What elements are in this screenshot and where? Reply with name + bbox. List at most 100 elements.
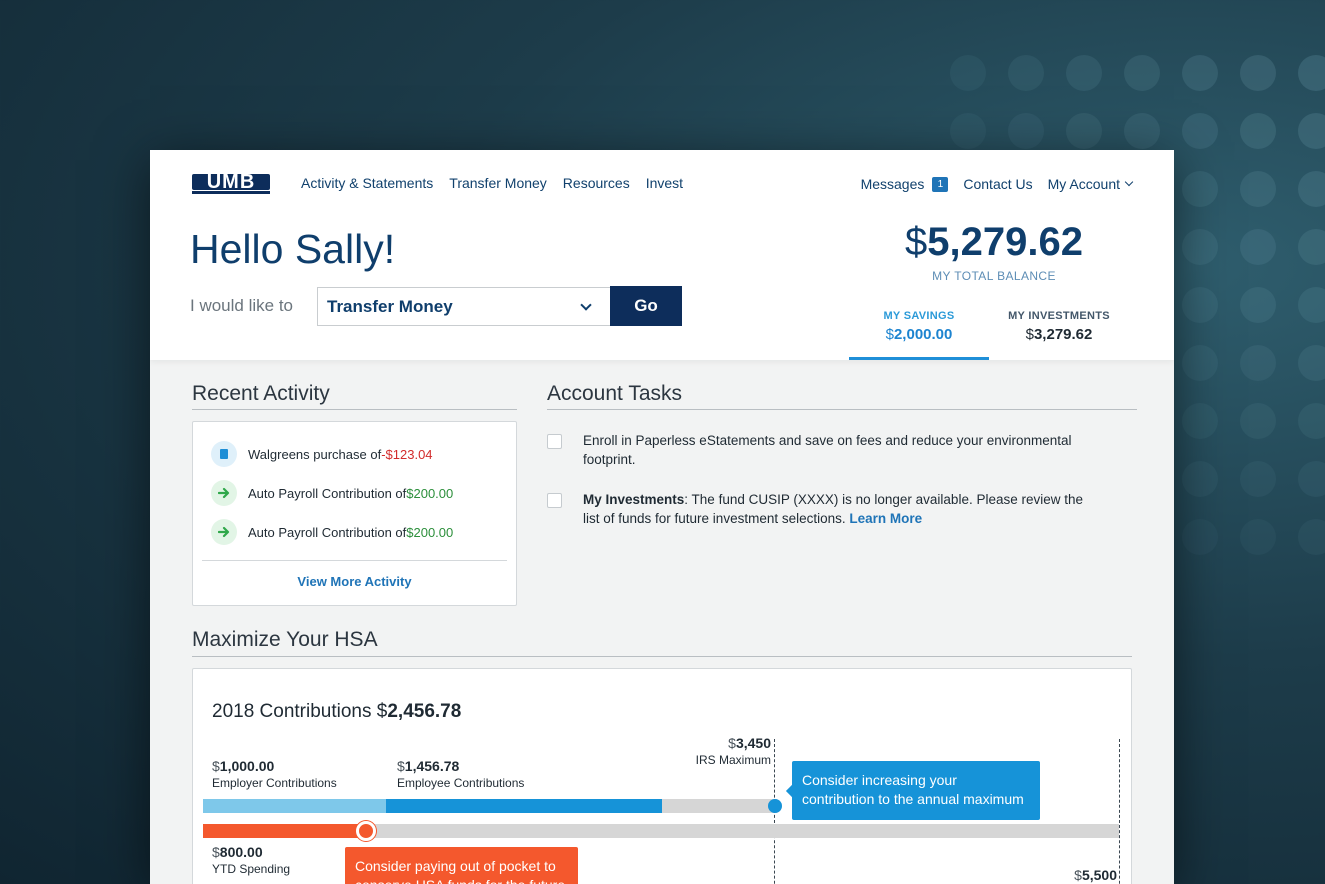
task-item: My Investments: The fund CUSIP (XXXX) is… bbox=[547, 490, 1107, 530]
employee-contributions-label: $1,456.78 Employee Contributions bbox=[397, 758, 525, 790]
total-currency: $ bbox=[905, 220, 928, 264]
action-label: I would like to bbox=[190, 296, 293, 315]
hsa-panel: 2018 Contributions $2,456.78 $1,000.00 E… bbox=[192, 668, 1132, 884]
total-balance: $5,279.62 MY TOTAL BALANCE bbox=[849, 220, 1139, 283]
ytd-spending-marker[interactable] bbox=[356, 821, 376, 841]
greeting: Hello Sally! bbox=[190, 226, 396, 272]
background-dot bbox=[1298, 55, 1325, 91]
conserve-funds-tooltip: Consider paying out of pocket to conserv… bbox=[345, 847, 578, 884]
header: UMB Activity & Statements Transfer Money… bbox=[150, 150, 1174, 360]
activity-amount: $200.00 bbox=[406, 485, 454, 501]
employee-contribution-bar bbox=[386, 799, 662, 813]
savings-value: 2,000.00 bbox=[893, 326, 953, 343]
chevron-down-icon bbox=[580, 299, 592, 311]
task-text: My Investments: The fund CUSIP (XXXX) is… bbox=[583, 492, 1084, 526]
background-dot bbox=[1008, 113, 1044, 149]
messages-count-badge: 1 bbox=[932, 176, 949, 192]
background-dot bbox=[1298, 287, 1325, 323]
background-dot bbox=[1182, 55, 1218, 91]
increase-contribution-tooltip: Consider increasing your contribution to… bbox=[785, 761, 1040, 820]
list-item: Auto Payroll Contribution of $200.00 bbox=[211, 480, 453, 506]
arrow-right-icon bbox=[211, 480, 237, 506]
background-dot bbox=[1240, 519, 1276, 555]
background-dot bbox=[1182, 403, 1218, 439]
background-dot bbox=[1182, 287, 1218, 323]
divider bbox=[192, 409, 517, 410]
background-dot bbox=[1182, 171, 1218, 207]
irs-maximum-marker[interactable] bbox=[768, 799, 782, 813]
action-select-value: Transfer Money bbox=[327, 297, 453, 316]
background-dot bbox=[1182, 113, 1218, 149]
background-dot bbox=[1240, 287, 1276, 323]
arrow-right-icon bbox=[211, 519, 237, 545]
background-dot bbox=[950, 113, 986, 149]
family-maximum-label: $5,500 bbox=[1074, 867, 1117, 883]
activity-amount: -$123.04 bbox=[381, 446, 433, 462]
main-nav: Activity & Statements Transfer Money Res… bbox=[301, 175, 683, 191]
investments-label: MY INVESTMENTS bbox=[1008, 310, 1110, 322]
background-dot bbox=[1008, 55, 1044, 91]
employer-contribution-bar bbox=[203, 799, 387, 813]
task-text: Enroll in Paperless eStatements and save… bbox=[583, 433, 1072, 467]
logo-text: UMB bbox=[192, 172, 270, 192]
background-dot bbox=[1182, 345, 1218, 381]
ytd-spending-label: $800.00 YTD Spending bbox=[212, 844, 291, 876]
background-dot bbox=[1240, 171, 1276, 207]
background-dot bbox=[1182, 229, 1218, 265]
tab-my-savings[interactable]: MY SAVINGS $2,000.00 bbox=[849, 310, 989, 360]
nav-resources[interactable]: Resources bbox=[563, 175, 630, 191]
background-dot bbox=[1298, 403, 1325, 439]
action-select[interactable]: Transfer Money bbox=[317, 287, 611, 326]
my-account-menu[interactable]: My Account bbox=[1047, 176, 1134, 192]
background-dot bbox=[1298, 113, 1325, 149]
task-checkbox[interactable] bbox=[547, 434, 562, 449]
tab-my-investments[interactable]: MY INVESTMENTS $3,279.62 bbox=[989, 310, 1129, 360]
background-dot bbox=[1298, 519, 1325, 555]
view-more-activity-link[interactable]: View More Activity bbox=[193, 574, 516, 589]
my-account-label: My Account bbox=[1047, 176, 1120, 192]
background-dot bbox=[1298, 171, 1325, 207]
nav-invest[interactable]: Invest bbox=[646, 175, 683, 191]
messages-label: Messages bbox=[860, 176, 925, 192]
divider bbox=[202, 560, 507, 561]
background-dot bbox=[1182, 519, 1218, 555]
list-item: Walgreens purchase of -$123.04 bbox=[211, 441, 433, 467]
account-tasks-title: Account Tasks bbox=[547, 382, 683, 405]
divider bbox=[192, 656, 1132, 657]
background-dot bbox=[1182, 461, 1218, 497]
learn-more-link[interactable]: Learn More bbox=[849, 511, 922, 526]
recent-activity-panel: Walgreens purchase of -$123.04 Auto Payr… bbox=[192, 421, 517, 606]
employer-contributions-label: $1,000.00 Employer Contributions bbox=[212, 758, 337, 790]
utility-nav: Messages 1 Contact Us My Account bbox=[861, 176, 1134, 192]
list-item: Auto Payroll Contribution of $200.00 bbox=[211, 519, 453, 545]
nav-activity-statements[interactable]: Activity & Statements bbox=[301, 175, 433, 191]
total-balance-label: MY TOTAL BALANCE bbox=[932, 269, 1056, 283]
ytd-spending-bar bbox=[203, 824, 363, 838]
background-dot bbox=[1240, 229, 1276, 265]
document-icon bbox=[211, 441, 237, 467]
background-dot bbox=[1298, 345, 1325, 381]
background-dot bbox=[1066, 55, 1102, 91]
background-dot bbox=[1240, 345, 1276, 381]
chevron-down-icon bbox=[1124, 177, 1134, 187]
dashboard-card: UMB Activity & Statements Transfer Money… bbox=[150, 150, 1174, 884]
background-dot bbox=[950, 55, 986, 91]
irs-maximum-label: $3,450 IRS Maximum bbox=[695, 735, 771, 767]
contact-us-link[interactable]: Contact Us bbox=[963, 176, 1032, 192]
background-dot bbox=[1240, 403, 1276, 439]
messages-link[interactable]: Messages 1 bbox=[861, 176, 949, 192]
background-dot bbox=[1240, 55, 1276, 91]
umb-logo[interactable]: UMB bbox=[192, 172, 270, 194]
task-item: Enroll in Paperless eStatements and save… bbox=[547, 431, 1107, 471]
task-checkbox[interactable] bbox=[547, 493, 562, 508]
go-button[interactable]: Go bbox=[610, 286, 682, 326]
investments-value: 3,279.62 bbox=[1033, 326, 1093, 343]
nav-transfer-money[interactable]: Transfer Money bbox=[449, 175, 547, 191]
background-dot bbox=[1240, 113, 1276, 149]
hsa-title: Maximize Your HSA bbox=[192, 628, 378, 651]
background-dot bbox=[1066, 113, 1102, 149]
background-dot bbox=[1124, 55, 1160, 91]
total-balance-value: 5,279.62 bbox=[927, 220, 1083, 264]
background-dot bbox=[1298, 461, 1325, 497]
background-dot bbox=[1298, 229, 1325, 265]
